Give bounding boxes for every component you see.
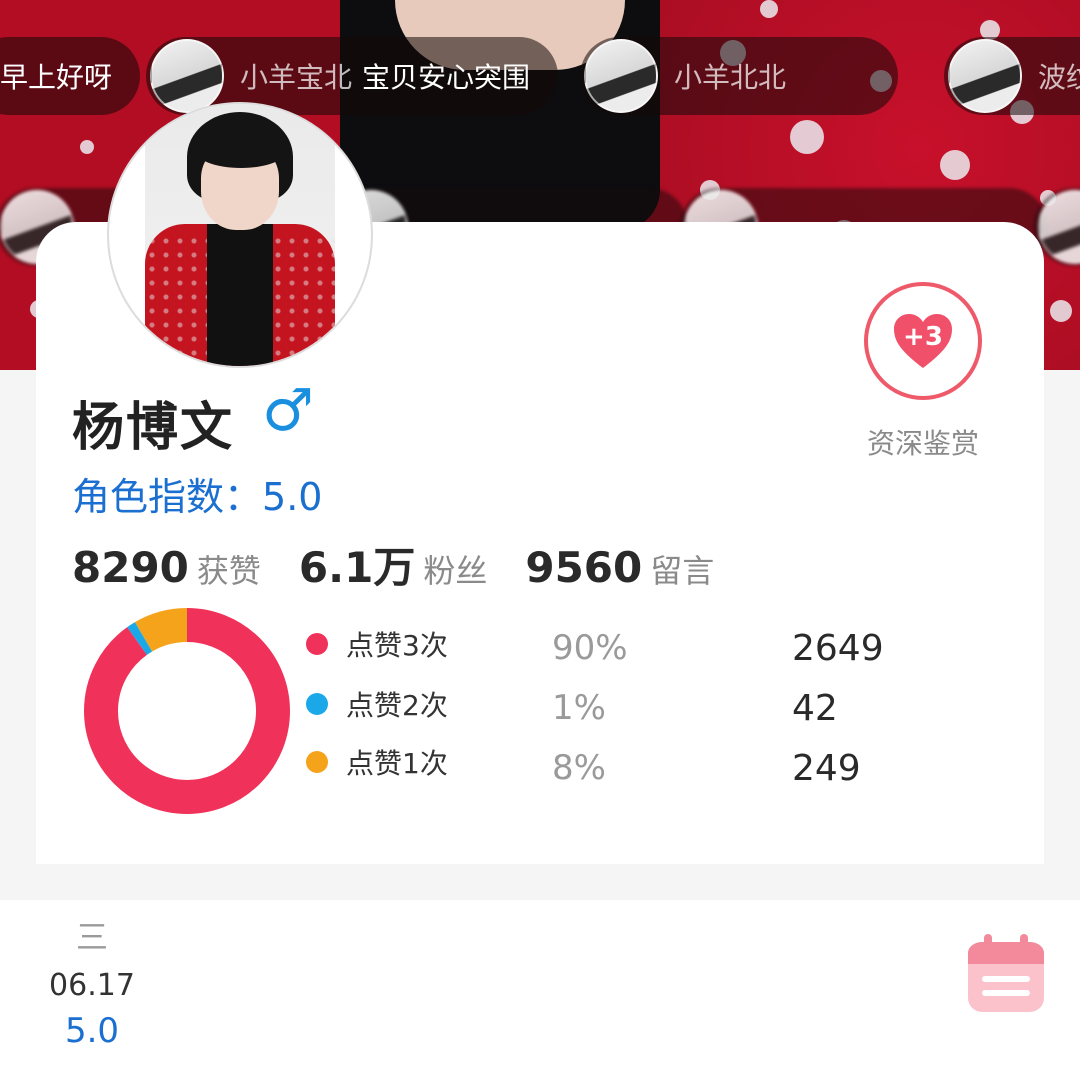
legend-count: 249 [792, 748, 861, 789]
legend-label: 点赞1次 [346, 747, 448, 780]
likes-count: 8290 [72, 543, 189, 592]
comments-label: 留言 [650, 552, 715, 590]
profile-stats: 8290 获赞 6.1万 粉丝 9560 留言 [72, 534, 752, 595]
danmu-username: 小羊宝北 [240, 61, 353, 94]
calendar-icon[interactable] [966, 932, 1046, 1014]
comments-count: 9560 [525, 543, 643, 592]
danmu-text: 宝贝安心突围 [362, 61, 531, 94]
like-badge-button[interactable]: +3 [864, 282, 982, 400]
legend-item: 点赞1次 [306, 740, 448, 784]
legend-dot [306, 693, 328, 715]
danmu-avatar [150, 39, 224, 113]
donut-slice-1 [84, 608, 290, 814]
likes-label: 获赞 [196, 552, 261, 590]
legend-count: 42 [792, 688, 838, 729]
weekday-label: 三 [75, 918, 108, 956]
legend-percent: 1% [552, 688, 606, 728]
fans-count: 6.1万 [298, 543, 416, 592]
legend-percent: 8% [552, 748, 606, 788]
like-distribution-donut [84, 608, 290, 814]
role-index: 角色指数：5.0 [72, 466, 322, 521]
danmu-chip[interactable]: 早上好呀 [0, 37, 141, 115]
legend-percent: 90% [552, 628, 628, 668]
date-label: 06.17 [49, 968, 135, 1003]
like-badge-label: 资深鉴赏 [866, 427, 979, 460]
legend-count: 2649 [792, 628, 884, 669]
legend-item: 点赞2次 [306, 682, 448, 726]
profile-name: 杨博文 [72, 398, 235, 458]
danmu-avatar [948, 39, 1022, 113]
gender-male-icon: ♂ [262, 376, 314, 444]
day-selector[interactable]: 三 06.17 5.0 [40, 912, 144, 1051]
legend-label: 点赞2次 [346, 689, 448, 722]
fans-label: 粉丝 [423, 552, 488, 590]
danmu-avatar [1038, 190, 1080, 264]
bottom-bar: 三 06.17 5.0 [0, 900, 1080, 1080]
danmu-username: 小羊北北 [674, 61, 787, 94]
danmu-avatar [584, 39, 658, 113]
danmu-username: 波纹 [1038, 61, 1080, 94]
legend-dot [306, 751, 328, 773]
danmu-text: 早上好呀 [0, 61, 113, 94]
avatar[interactable] [107, 102, 373, 368]
role-index-label: 角色指数： [72, 475, 263, 519]
day-score: 5.0 [64, 1011, 120, 1051]
like-badge-value: +3 [903, 322, 943, 352]
danmu-chip[interactable]: 波纹 [944, 37, 1080, 115]
legend-label: 点赞3次 [346, 629, 448, 662]
danmu-chip[interactable]: 小羊北北 [580, 37, 898, 115]
legend-item: 点赞3次 [306, 622, 448, 666]
role-index-value: 5.0 [262, 475, 323, 519]
legend-dot [306, 633, 328, 655]
avatar-photo [145, 104, 335, 366]
